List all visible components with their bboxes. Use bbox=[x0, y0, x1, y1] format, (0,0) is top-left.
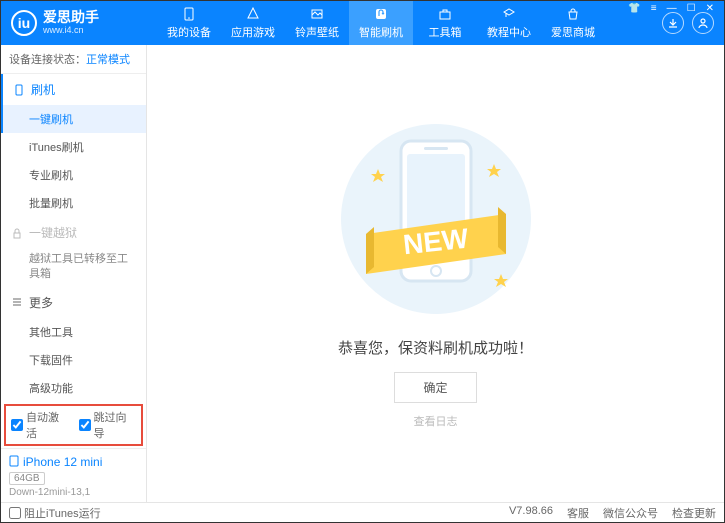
phone-illustration: NEW bbox=[371, 119, 501, 319]
status-value: 正常模式 bbox=[86, 54, 130, 66]
checkbox-label: 跳过向导 bbox=[94, 409, 137, 441]
skin-button[interactable]: 👕 bbox=[626, 3, 642, 14]
view-log-link[interactable]: 查看日志 bbox=[414, 413, 458, 429]
nav-my-device[interactable]: 我的设备 bbox=[157, 1, 221, 45]
menu-button[interactable]: ≡ bbox=[649, 3, 659, 14]
logo-area: iu 爱思助手 www.i4.cn bbox=[11, 10, 157, 36]
phone-icon bbox=[9, 455, 19, 470]
section-label: 更多 bbox=[29, 294, 53, 311]
nav-label: 我的设备 bbox=[167, 24, 211, 40]
section-more[interactable]: 更多 bbox=[1, 287, 146, 318]
phone-icon bbox=[181, 6, 197, 22]
sidebar-item-batch-flash[interactable]: 批量刷机 bbox=[1, 189, 146, 217]
lock-icon bbox=[11, 227, 23, 239]
user-button[interactable] bbox=[692, 12, 714, 34]
section-label: 刷机 bbox=[31, 81, 55, 98]
maximize-button[interactable]: ☐ bbox=[685, 3, 698, 14]
store-icon bbox=[565, 6, 581, 22]
section-jailbreak[interactable]: 一键越狱 bbox=[1, 217, 146, 248]
support-link[interactable]: 客服 bbox=[567, 505, 589, 521]
phone-icon bbox=[13, 84, 25, 96]
jailbreak-note: 越狱工具已转移至工具箱 bbox=[1, 248, 146, 287]
device-info[interactable]: iPhone 12 mini 64GB Down-12mini-13,1 bbox=[1, 448, 146, 504]
device-name: iPhone 12 mini bbox=[23, 455, 102, 469]
sidebar-item-other-tools[interactable]: 其他工具 bbox=[1, 318, 146, 346]
nav-label: 教程中心 bbox=[487, 24, 531, 40]
apps-icon bbox=[245, 6, 261, 22]
main-content: NEW 恭喜您，保资料刷机成功啦！ 确定 查看日志 bbox=[147, 45, 724, 502]
nav-store[interactable]: 爱思商城 bbox=[541, 1, 605, 45]
nav-ringtone[interactable]: 铃声壁纸 bbox=[285, 1, 349, 45]
sidebar-item-download-firmware[interactable]: 下载固件 bbox=[1, 346, 146, 374]
storage-badge: 64GB bbox=[9, 472, 45, 485]
brand-name: 爱思助手 bbox=[43, 10, 99, 25]
tutorial-icon bbox=[501, 6, 517, 22]
device-sub: Down-12mini-13,1 bbox=[9, 487, 138, 498]
minimize-button[interactable]: — bbox=[665, 3, 679, 14]
checkbox-label: 自动激活 bbox=[26, 409, 69, 441]
close-button[interactable]: ✕ bbox=[704, 3, 716, 14]
nav-tutorial[interactable]: 教程中心 bbox=[477, 1, 541, 45]
toolbox-icon bbox=[437, 6, 453, 22]
logo-icon: iu bbox=[11, 10, 37, 36]
wallpaper-icon bbox=[309, 6, 325, 22]
update-link[interactable]: 检查更新 bbox=[672, 505, 716, 521]
section-flash[interactable]: 刷机 bbox=[1, 74, 146, 105]
download-button[interactable] bbox=[662, 12, 684, 34]
success-message: 恭喜您，保资料刷机成功啦！ bbox=[338, 337, 533, 358]
ok-button[interactable]: 确定 bbox=[394, 372, 476, 403]
block-itunes-checkbox[interactable]: 阻止iTunes运行 bbox=[9, 505, 101, 521]
nav-toolbox[interactable]: 工具箱 bbox=[413, 1, 477, 45]
skip-wizard-checkbox[interactable]: 跳过向导 bbox=[79, 409, 137, 441]
auto-activate-checkbox[interactable]: 自动激活 bbox=[11, 409, 69, 441]
main-nav: 我的设备 应用游戏 铃声壁纸 智能刷机 工具箱 教程中心 爱思商城 bbox=[157, 1, 662, 45]
nav-label: 铃声壁纸 bbox=[295, 24, 339, 40]
status-label: 设备连接状态： bbox=[9, 54, 86, 66]
sidebar: 设备连接状态：正常模式 刷机 一键刷机 iTunes刷机 专业刷机 批量刷机 一… bbox=[1, 45, 147, 502]
checkbox-label: 阻止iTunes运行 bbox=[24, 505, 101, 521]
brand-url: www.i4.cn bbox=[43, 26, 99, 36]
nav-label: 应用游戏 bbox=[231, 24, 275, 40]
flash-icon bbox=[373, 6, 389, 22]
sidebar-item-itunes-flash[interactable]: iTunes刷机 bbox=[1, 133, 146, 161]
section-label: 一键越狱 bbox=[29, 224, 77, 241]
titlebar: iu 爱思助手 www.i4.cn 我的设备 应用游戏 铃声壁纸 智能刷机 工具… bbox=[1, 1, 724, 45]
statusbar: 阻止iTunes运行 V7.98.66 客服 微信公众号 检查更新 bbox=[1, 502, 724, 522]
sidebar-item-pro-flash[interactable]: 专业刷机 bbox=[1, 161, 146, 189]
nav-label: 爱思商城 bbox=[551, 24, 595, 40]
connection-status: 设备连接状态：正常模式 bbox=[1, 45, 146, 74]
nav-flash[interactable]: 智能刷机 bbox=[349, 1, 413, 45]
nav-apps[interactable]: 应用游戏 bbox=[221, 1, 285, 45]
wechat-link[interactable]: 微信公众号 bbox=[603, 505, 658, 521]
version-label: V7.98.66 bbox=[509, 505, 553, 521]
options-highlight: 自动激活 跳过向导 bbox=[4, 404, 143, 446]
nav-label: 工具箱 bbox=[429, 24, 462, 40]
sidebar-item-oneclick-flash[interactable]: 一键刷机 bbox=[1, 105, 146, 133]
sidebar-item-advanced[interactable]: 高级功能 bbox=[1, 374, 146, 402]
more-icon bbox=[11, 296, 23, 308]
nav-label: 智能刷机 bbox=[359, 24, 403, 40]
